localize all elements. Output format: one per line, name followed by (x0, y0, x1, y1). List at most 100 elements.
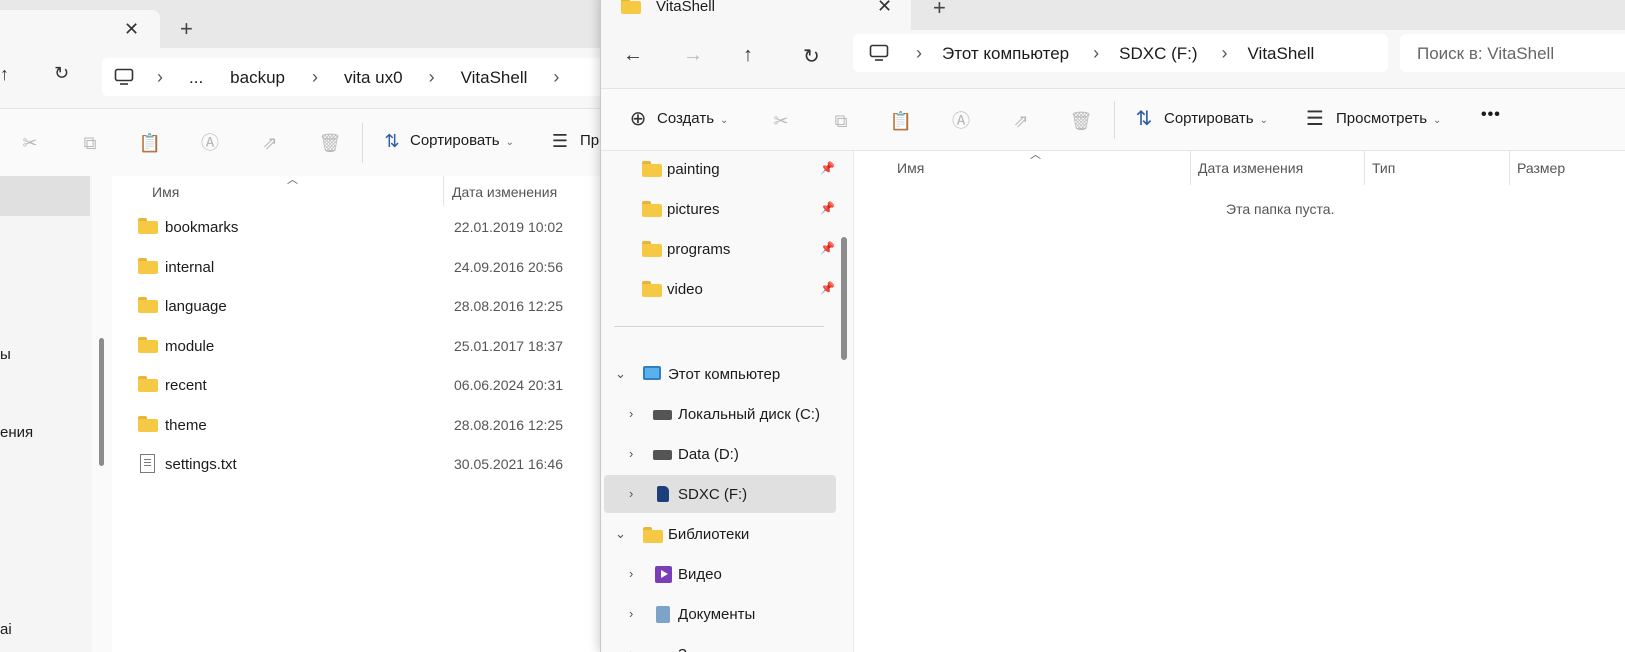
cut-icon[interactable]: ✂ (769, 109, 793, 133)
folder-icon (642, 201, 662, 217)
navigation-bar: ← → ↑ ↻ › Этот компьютер › SDXC (F:) › V… (601, 30, 1625, 88)
file-date: 28.08.2016 12:25 (454, 298, 563, 314)
copy-icon[interactable]: ⧉ (78, 131, 102, 155)
refresh-icon[interactable]: ↻ (54, 63, 69, 84)
sidebar-item-libraries[interactable]: ⌄ Библиотеки (601, 515, 833, 553)
column-header-name[interactable]: Имя (152, 184, 179, 200)
sidebar-item-partial[interactable]: ai (0, 621, 12, 638)
paste-icon[interactable]: 📋 (138, 131, 162, 155)
view-button[interactable]: Пр (580, 132, 599, 149)
delete-icon[interactable]: 🗑 (318, 131, 342, 155)
sidebar-scrollbar[interactable] (99, 338, 104, 466)
list-item[interactable]: module 25.01.2017 18:37 (138, 331, 638, 361)
list-item[interactable]: bookmarks 22.01.2019 10:02 (138, 212, 638, 242)
share-icon[interactable]: ⇗ (1009, 109, 1033, 133)
sidebar-selected-item[interactable] (0, 176, 90, 216)
column-header-date[interactable]: Дата изменения (1198, 160, 1303, 176)
chevron-right-icon[interactable]: › (629, 406, 633, 421)
chevron-right-icon[interactable]: › (629, 446, 633, 461)
sidebar-item-documents[interactable]: › Документы (601, 595, 833, 633)
breadcrumb-backup[interactable]: backup (230, 68, 285, 88)
sidebar-item-pictures[interactable]: pictures 📌 (642, 194, 842, 224)
chevron-right-icon[interactable]: › (629, 566, 633, 581)
sidebar-item-video[interactable]: video 📌 (642, 274, 842, 304)
file-date: 22.01.2019 10:02 (454, 219, 563, 235)
sort-icon: ⇅ (384, 131, 400, 151)
chevron-right-icon[interactable]: › (629, 486, 633, 501)
up-arrow-icon[interactable]: ↑ (743, 44, 753, 67)
sidebar-item-local-disk[interactable]: › Локальный диск (C:) (601, 395, 833, 433)
pin-icon[interactable]: 📌 (820, 241, 835, 255)
copy-icon[interactable]: ⧉ (829, 109, 853, 133)
sidebar-item-sdxc[interactable]: › SDXC (F:) (604, 475, 836, 513)
sidebar-item-label: pictures (667, 201, 720, 218)
create-button[interactable]: Создать ⌄ (657, 110, 728, 127)
breadcrumb-vitashell[interactable]: VitaShell (461, 68, 528, 88)
sidebar-scrollbar[interactable] (841, 237, 847, 360)
sort-label: Сортировать (410, 132, 500, 149)
column-header-date[interactable]: Дата изменения (452, 184, 557, 200)
list-item[interactable]: settings.txt 30.05.2021 16:46 (138, 449, 638, 479)
sidebar-item-data-disk[interactable]: › Data (D:) (601, 435, 833, 473)
back-arrow-icon[interactable]: ← (623, 44, 643, 67)
share-icon[interactable]: ⇗ (258, 131, 282, 155)
pin-icon[interactable]: 📌 (820, 161, 835, 175)
chevron-down-icon[interactable]: ⌄ (615, 366, 626, 382)
column-header-size[interactable]: Размер (1517, 160, 1565, 176)
breadcrumb-separator-icon: › (1221, 43, 1228, 63)
pin-icon[interactable]: 📌 (820, 281, 835, 295)
list-item[interactable]: recent 06.06.2024 20:31 (138, 370, 638, 400)
pin-icon[interactable]: 📌 (820, 201, 835, 215)
breadcrumb-overflow[interactable]: ... (189, 68, 203, 88)
sidebar-item-label: video (667, 281, 703, 298)
sidebar-item-videos[interactable]: › Видео (601, 555, 833, 593)
rename-icon[interactable]: Ⓐ (198, 131, 222, 155)
view-button[interactable]: Просмотреть ⌄ (1336, 110, 1441, 127)
chevron-right-icon[interactable]: › (629, 606, 633, 621)
tab-vitashell[interactable]: VitaShell ✕ (601, 0, 911, 30)
sidebar-item-painting[interactable]: painting 📌 (642, 154, 842, 184)
breadcrumb-vita-ux0[interactable]: vita ux0 (344, 68, 403, 88)
search-input[interactable]: Поиск в: VitaShell (1400, 34, 1625, 72)
breadcrumb-vitashell[interactable]: VitaShell (1248, 44, 1315, 64)
sidebar-item-partial[interactable]: ения (0, 424, 33, 441)
up-arrow-icon[interactable]: ↑ (0, 64, 9, 85)
cut-icon[interactable]: ✂ (18, 131, 42, 155)
sidebar-item-label: Data (D:) (678, 446, 739, 463)
sidebar-item-programs[interactable]: programs 📌 (642, 234, 842, 264)
new-tab-icon[interactable]: + (933, 0, 946, 21)
close-tab-icon[interactable]: ✕ (877, 0, 892, 17)
address-bar[interactable]: › Этот компьютер › SDXC (F:) › VitaShell (853, 34, 1388, 72)
list-item[interactable]: theme 28.08.2016 12:25 (138, 410, 638, 440)
rename-icon[interactable]: Ⓐ (949, 109, 973, 133)
sort-button[interactable]: Сортировать ⌄ (410, 132, 514, 149)
tab-active[interactable]: ✕ (0, 10, 160, 50)
forward-arrow-icon[interactable]: → (683, 44, 703, 67)
chevron-down-icon[interactable]: ⌄ (615, 526, 626, 542)
chevron-right-icon[interactable]: › (629, 646, 633, 652)
sort-button[interactable]: Сортировать ⌄ (1164, 110, 1268, 127)
paste-icon[interactable]: 📋 (889, 109, 913, 133)
sidebar-item-partial[interactable]: ы (0, 346, 11, 363)
sidebar-item-label: Видео (678, 566, 722, 583)
folder-icon (642, 241, 662, 257)
more-options-button[interactable]: ••• (1481, 106, 1501, 124)
list-item[interactable]: internal 24.09.2016 20:56 (138, 252, 638, 282)
sidebar-item-this-pc[interactable]: ⌄ Этот компьютер (601, 355, 833, 393)
new-tab-icon[interactable]: + (180, 16, 193, 42)
breadcrumb-separator-icon: › (916, 43, 922, 63)
list-item[interactable]: language 28.08.2016 12:25 (138, 291, 638, 321)
create-label: Создать (657, 110, 715, 127)
delete-icon[interactable]: 🗑 (1069, 109, 1093, 133)
address-bar[interactable]: › ... backup › vita ux0 › VitaShell › (102, 58, 640, 96)
breadcrumb-separator-icon: › (312, 67, 318, 87)
close-tab-icon[interactable]: ✕ (124, 19, 139, 40)
breadcrumb-sdxc[interactable]: SDXC (F:) (1119, 44, 1197, 64)
column-header-type[interactable]: Тип (1372, 160, 1395, 176)
breadcrumb-this-pc[interactable]: Этот компьютер (942, 44, 1069, 64)
sidebar-divider (614, 326, 824, 327)
refresh-icon[interactable]: ↻ (803, 44, 820, 69)
sidebar-item-next[interactable]: › З (601, 635, 833, 652)
column-header-name[interactable]: Имя (897, 160, 924, 176)
sidebar-item-label: programs (667, 241, 731, 258)
